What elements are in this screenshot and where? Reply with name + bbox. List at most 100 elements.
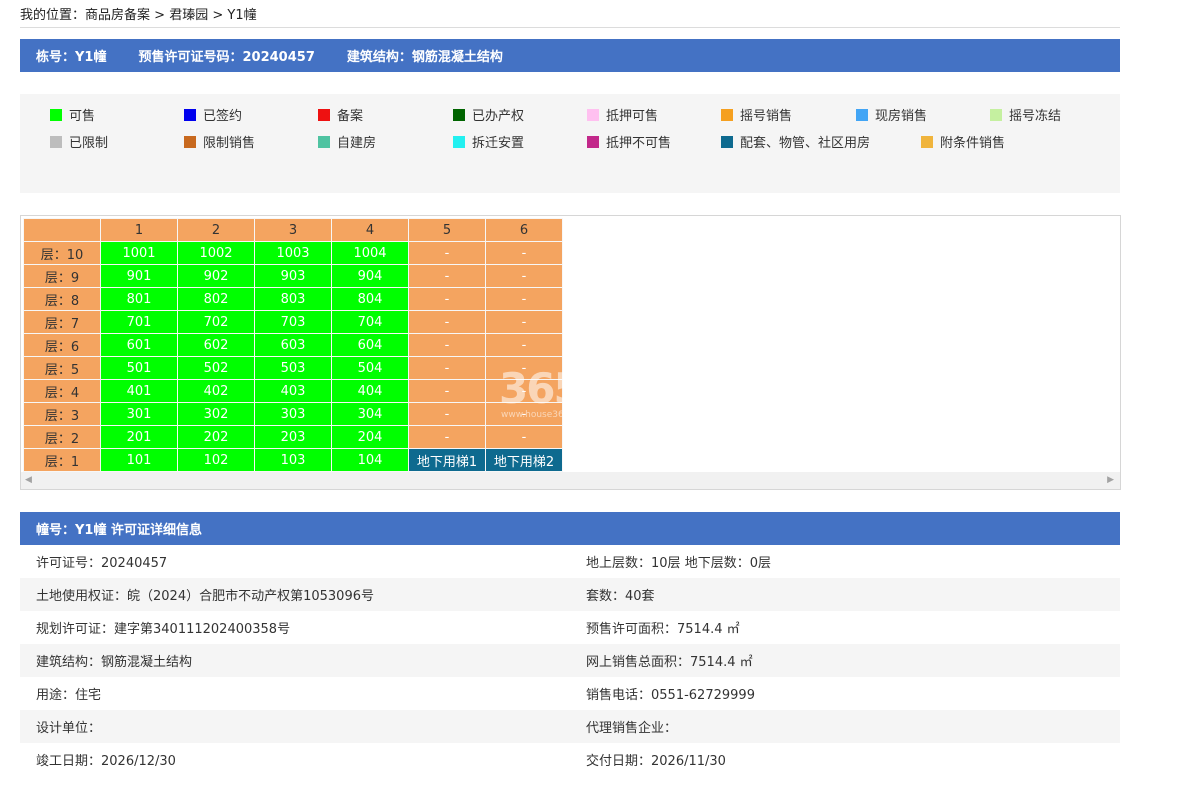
unit-cell[interactable]: 1003 bbox=[254, 241, 332, 265]
legend-label: 现房销售 bbox=[875, 109, 928, 124]
unit-cell[interactable]: 902 bbox=[177, 264, 255, 288]
legend-item: 拆迁安置 bbox=[453, 132, 524, 151]
legend-label: 抵押不可售 bbox=[606, 136, 672, 151]
divider bbox=[20, 27, 1120, 28]
unit-cell[interactable]: 503 bbox=[254, 356, 332, 380]
unit-cell[interactable]: 704 bbox=[331, 310, 409, 334]
unit-cell[interactable]: 603 bbox=[254, 333, 332, 357]
legend-item: 摇号销售 bbox=[721, 105, 792, 124]
legend-item: 已办产权 bbox=[453, 105, 524, 124]
scroll-right-arrow-icon[interactable]: ▶ bbox=[1107, 475, 1114, 485]
unit-cell[interactable]: 803 bbox=[254, 287, 332, 311]
unit-cell[interactable]: 301 bbox=[100, 402, 178, 426]
unit-cell[interactable]: 204 bbox=[331, 425, 409, 449]
unit-cell[interactable]: 904 bbox=[331, 264, 409, 288]
unit-cell[interactable]: 304 bbox=[331, 402, 409, 426]
unit-cell[interactable]: 404 bbox=[331, 379, 409, 403]
unit-cell[interactable]: 地下用梯1 bbox=[408, 448, 486, 472]
unit-cell[interactable]: 402 bbox=[177, 379, 255, 403]
unit-cell[interactable]: 地下用梯2 bbox=[485, 448, 563, 472]
unit-cell[interactable]: 403 bbox=[254, 379, 332, 403]
legend-item: 抵押可售 bbox=[587, 105, 658, 124]
unit-cell[interactable]: 702 bbox=[177, 310, 255, 334]
legend-label: 可售 bbox=[69, 109, 96, 124]
unit-cell[interactable]: 501 bbox=[100, 356, 178, 380]
legend-item: 限制销售 bbox=[184, 132, 255, 151]
unit-cell[interactable]: 104 bbox=[331, 448, 409, 472]
detail-row: 建筑结构：钢筋混凝土结构 网上销售总面积：7514.4 ㎡ bbox=[20, 644, 1120, 677]
unit-cell[interactable]: 604 bbox=[331, 333, 409, 357]
table-row: 层：7 701 702 703 704- - bbox=[23, 310, 563, 334]
legend-swatch bbox=[856, 108, 868, 121]
legend-label: 已限制 bbox=[69, 136, 109, 151]
scroll-left-arrow-icon[interactable]: ◀ bbox=[25, 475, 32, 485]
floor-label: 层：7 bbox=[23, 310, 101, 334]
units-table: 1 2 3 4 5 6 层：10 1001 1002 1003 1004- - 层：9 901 902 903… bbox=[23, 218, 563, 472]
unit-cell[interactable]: 203 bbox=[254, 425, 332, 449]
unit-cell[interactable]: 1001 bbox=[100, 241, 178, 265]
legend-item: 备案 bbox=[318, 105, 363, 124]
table-row: 层：10 1001 1002 1003 1004- - bbox=[23, 241, 563, 265]
unit-cell[interactable]: 804 bbox=[331, 287, 409, 311]
floor-label: 层：8 bbox=[23, 287, 101, 311]
unit-cell[interactable]: 703 bbox=[254, 310, 332, 334]
legend-label: 已办产权 bbox=[472, 109, 525, 124]
unit-cell[interactable]: 901 bbox=[100, 264, 178, 288]
unit-cell[interactable]: 1004 bbox=[331, 241, 409, 265]
horizontal-scrollbar[interactable]: ◀ ▶ bbox=[21, 472, 1120, 489]
table-row: 层：8 801 802 803 804- - bbox=[23, 287, 563, 311]
building-structure: 建筑结构：钢筋混凝土结构 bbox=[346, 50, 503, 65]
detail-field: 预售许可面积：7514.4 ㎡ bbox=[586, 622, 740, 637]
legend-label: 已签约 bbox=[203, 109, 243, 124]
unit-cell[interactable]: 504 bbox=[331, 356, 409, 380]
unit-cell[interactable]: 202 bbox=[177, 425, 255, 449]
unit-cell[interactable]: 602 bbox=[177, 333, 255, 357]
legend-swatch bbox=[184, 108, 196, 121]
unit-cell-empty: - bbox=[485, 310, 563, 334]
breadcrumb-link-filing[interactable]: 商品房备案 bbox=[85, 8, 150, 23]
unit-cell[interactable]: 903 bbox=[254, 264, 332, 288]
floor-label: 层：2 bbox=[23, 425, 101, 449]
legend-swatch bbox=[453, 108, 465, 121]
unit-cell-empty: - bbox=[408, 425, 486, 449]
breadcrumb-link-project[interactable]: 君瑧园 bbox=[169, 8, 208, 23]
legend-swatch bbox=[184, 135, 196, 148]
unit-cell[interactable]: 502 bbox=[177, 356, 255, 380]
unit-cell[interactable]: 601 bbox=[100, 333, 178, 357]
legend-label: 摇号冻结 bbox=[1009, 109, 1062, 124]
detail-field: 网上销售总面积：7514.4 ㎡ bbox=[586, 655, 753, 670]
unit-cell[interactable]: 302 bbox=[177, 402, 255, 426]
unit-cell-empty: - bbox=[485, 264, 563, 288]
unit-cell[interactable]: 101 bbox=[100, 448, 178, 472]
legend-swatch bbox=[921, 135, 933, 148]
floor-label: 层：9 bbox=[23, 264, 101, 288]
unit-cell-empty: - bbox=[408, 264, 486, 288]
floor-label: 层：1 bbox=[23, 448, 101, 472]
unit-cell[interactable]: 802 bbox=[177, 287, 255, 311]
floor-label: 层：10 bbox=[23, 241, 101, 265]
floor-label: 层：5 bbox=[23, 356, 101, 380]
unit-cell[interactable]: 801 bbox=[100, 287, 178, 311]
unit-cell-empty: - bbox=[408, 310, 486, 334]
detail-field: 用途：住宅 bbox=[36, 688, 102, 703]
legend-item: 已限制 bbox=[50, 132, 108, 151]
column-header: 5 bbox=[408, 218, 486, 242]
unit-cell[interactable]: 201 bbox=[100, 425, 178, 449]
legend-label: 附条件销售 bbox=[940, 136, 1006, 151]
watermark-logo: 365 www.house365 bbox=[499, 364, 583, 420]
unit-cell[interactable]: 102 bbox=[177, 448, 255, 472]
detail-field: 竣工日期：2026/12/30 bbox=[36, 754, 176, 769]
unit-cell-empty: - bbox=[408, 333, 486, 357]
unit-cell[interactable]: 1002 bbox=[177, 241, 255, 265]
permit-detail-title: 幢号：Y1幢 许可证详细信息 bbox=[36, 523, 202, 538]
table-row: 层：4 401 402 403 404- - bbox=[23, 379, 563, 403]
unit-cell-empty: - bbox=[485, 241, 563, 265]
building-header-bar: 栋号：Y1幢 预售许可证号码：20240457 建筑结构：钢筋混凝土结构 bbox=[20, 39, 1120, 72]
column-header: 4 bbox=[331, 218, 409, 242]
unit-cell[interactable]: 401 bbox=[100, 379, 178, 403]
detail-field: 代理销售企业： bbox=[586, 721, 678, 736]
building-number: 栋号：Y1幢 bbox=[36, 50, 107, 65]
unit-cell[interactable]: 103 bbox=[254, 448, 332, 472]
unit-cell[interactable]: 303 bbox=[254, 402, 332, 426]
unit-cell[interactable]: 701 bbox=[100, 310, 178, 334]
